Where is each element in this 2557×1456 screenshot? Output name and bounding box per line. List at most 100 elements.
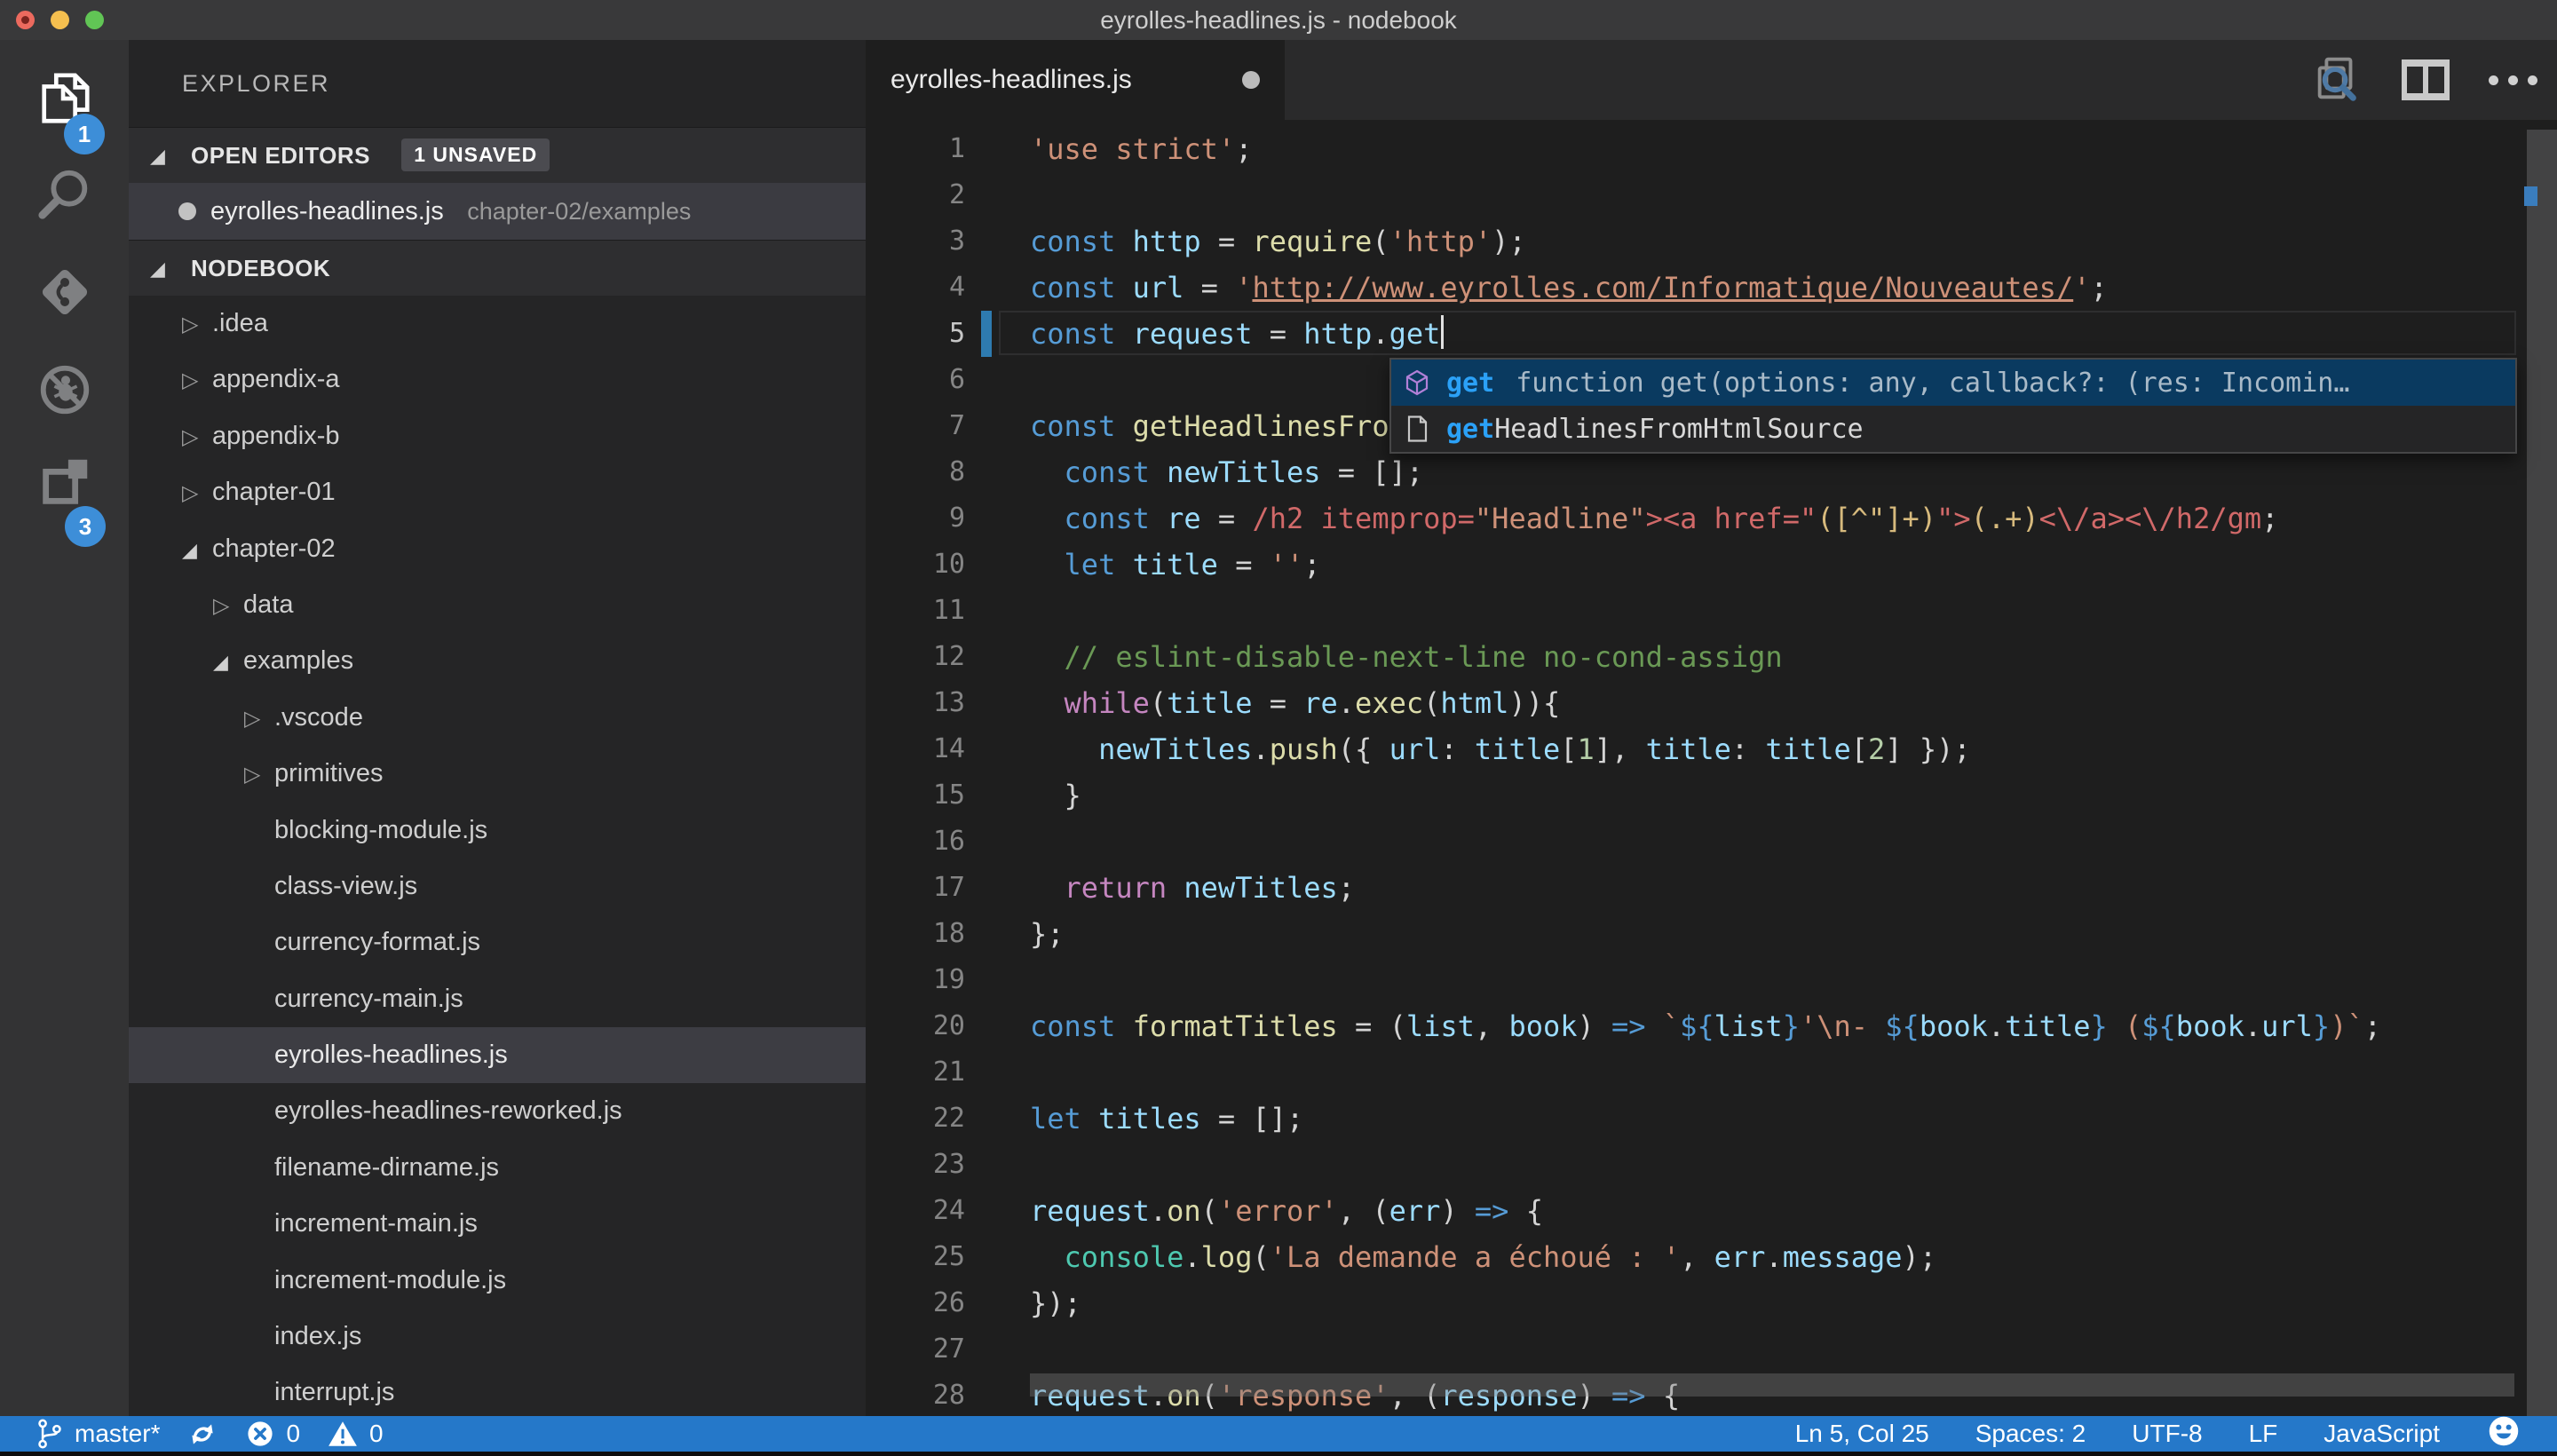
code-line-25[interactable]: 25 console.log('La demande a échoué : ',…: [866, 1234, 2557, 1280]
code-line-22[interactable]: 22let titles = [];: [866, 1096, 2557, 1142]
line-number: 28: [866, 1373, 965, 1416]
code-line-5[interactable]: 5const request = http.get: [866, 311, 2557, 357]
code-line-16[interactable]: 16: [866, 819, 2557, 865]
indentation[interactable]: Spaces: 2: [1975, 1420, 2086, 1448]
chevron-collapsed-icon[interactable]: ▷: [182, 352, 212, 408]
tree-item-data[interactable]: ▷data: [129, 577, 866, 633]
tree-item-label: increment-main.js: [274, 1209, 478, 1238]
code-line-27[interactable]: 27: [866, 1326, 2557, 1373]
code-line-24[interactable]: 24request.on('error', (err) => {: [866, 1188, 2557, 1234]
error-indicator[interactable]: 0: [245, 1419, 300, 1449]
split-editor-icon[interactable]: [2402, 59, 2450, 100]
activity-search[interactable]: [0, 162, 129, 226]
activity-explorer[interactable]: 1: [0, 67, 129, 131]
tree-item-examples[interactable]: ◢examples: [129, 633, 866, 689]
overview-cursor-mark: [2524, 186, 2537, 206]
open-changes-icon[interactable]: [2311, 52, 2363, 108]
tree-item-increment-module.js[interactable]: increment-module.js: [129, 1253, 866, 1309]
window-bottom-edge: [0, 1452, 2557, 1456]
git-branch-indicator[interactable]: master*: [36, 1417, 160, 1451]
suggestion-getheadlinesfromhtmlsource[interactable]: getHeadlinesFromHtmlSource: [1391, 406, 2515, 452]
open-editor-filename: eyrolles-headlines.js: [210, 197, 444, 226]
tree-item-.vscode[interactable]: ▷.vscode: [129, 690, 866, 746]
code-line-13[interactable]: 13 while(title = re.exec(html)){: [866, 680, 2557, 726]
warning-indicator[interactable]: 0: [327, 1419, 384, 1449]
vscode-window: eyrolles-headlines.js - nodebook 1: [0, 0, 2557, 1456]
chevron-collapsed-icon[interactable]: ▷: [182, 409, 212, 464]
suggestion-get[interactable]: getfunction get(options: any, callback?:…: [1391, 360, 2515, 406]
code-line-21[interactable]: 21: [866, 1049, 2557, 1096]
code-line-15[interactable]: 15 }: [866, 772, 2557, 819]
activity-source-control[interactable]: 3: [0, 260, 129, 324]
code-line-26[interactable]: 26});: [866, 1280, 2557, 1326]
workspace-header[interactable]: ◢ NODEBOOK: [129, 240, 866, 296]
chevron-collapsed-icon[interactable]: ▷: [182, 465, 212, 520]
tree-item-eyrolles-headlines-reworked.js[interactable]: eyrolles-headlines-reworked.js: [129, 1083, 866, 1139]
tree-item-filename-dirname.js[interactable]: filename-dirname.js: [129, 1140, 866, 1196]
tree-item-index.js[interactable]: index.js: [129, 1309, 866, 1365]
tree-item-.idea[interactable]: ▷.idea: [129, 296, 866, 352]
code-line-4[interactable]: 4const url = 'http://www.eyrolles.com/In…: [866, 265, 2557, 311]
open-editor-item[interactable]: eyrolles-headlines.js chapter-02/example…: [129, 183, 866, 240]
horizontal-scrollbar[interactable]: [1030, 1373, 2514, 1397]
chevron-expanded-icon[interactable]: ◢: [182, 522, 212, 577]
tree-item-appendix-a[interactable]: ▷appendix-a: [129, 352, 866, 408]
tree-item-blocking-module.js[interactable]: blocking-module.js: [129, 803, 866, 859]
code-line-23[interactable]: 23: [866, 1142, 2557, 1188]
maximize-button[interactable]: [85, 11, 104, 29]
tree-item-chapter-02[interactable]: ◢chapter-02: [129, 521, 866, 577]
code-line-20[interactable]: 20const formatTitles = (list, book) => `…: [866, 1003, 2557, 1049]
tree-item-currency-format.js[interactable]: currency-format.js: [129, 914, 866, 970]
tree-item-class-view.js[interactable]: class-view.js: [129, 859, 866, 914]
chevron-collapsed-icon[interactable]: ▷: [182, 297, 212, 352]
more-actions-icon[interactable]: [2489, 75, 2537, 85]
tree-item-increment-main.js[interactable]: increment-main.js: [129, 1196, 866, 1252]
chevron-collapsed-icon[interactable]: ▷: [213, 578, 243, 633]
tree-item-label: .vscode: [274, 703, 363, 732]
code-line-9[interactable]: 9 const re = /h2 itemprop="Headline"><a …: [866, 495, 2557, 542]
vertical-scrollbar[interactable]: [2527, 130, 2557, 1416]
code-line-14[interactable]: 14 newTitles.push({ url: title[1], title…: [866, 726, 2557, 772]
warning-icon: [327, 1419, 359, 1449]
suggestion-detail: function get(options: any, callback?: (r…: [1516, 368, 2349, 399]
code-line-1[interactable]: 1'use strict';: [866, 126, 2557, 172]
code-line-10[interactable]: 10 let title = '';: [866, 542, 2557, 588]
tree-item-label: examples: [243, 646, 353, 675]
tree-item-currency-main.js[interactable]: currency-main.js: [129, 971, 866, 1027]
editor-area: eyrolles-headlines.js: [866, 40, 2557, 1416]
unsaved-badge: 1 UNSAVED: [401, 138, 550, 171]
activity-debug[interactable]: [0, 358, 129, 422]
code-line-2[interactable]: 2: [866, 172, 2557, 218]
close-button[interactable]: [16, 11, 35, 29]
code-line-19[interactable]: 19: [866, 957, 2557, 1003]
code-line-12[interactable]: 12 // eslint-disable-next-line no-cond-a…: [866, 634, 2557, 680]
language-mode[interactable]: JavaScript: [2323, 1420, 2440, 1448]
code-line-18[interactable]: 18};: [866, 911, 2557, 957]
line-number: 2: [866, 172, 965, 218]
minimize-button[interactable]: [51, 11, 69, 29]
code-line-8[interactable]: 8 const newTitles = [];: [866, 449, 2557, 495]
code-line-17[interactable]: 17 return newTitles;: [866, 865, 2557, 911]
tab-eyrolles-headlines[interactable]: eyrolles-headlines.js: [866, 40, 1285, 120]
encoding[interactable]: UTF-8: [2132, 1420, 2202, 1448]
eol-sequence[interactable]: LF: [2249, 1420, 2278, 1448]
cursor-position[interactable]: Ln 5, Col 25: [1795, 1420, 1929, 1448]
tree-item-primitives[interactable]: ▷primitives: [129, 746, 866, 802]
line-content: const newTitles = [];: [1030, 449, 1423, 495]
editor[interactable]: 1'use strict';23const http = require('ht…: [866, 120, 2557, 1416]
chevron-collapsed-icon[interactable]: ▷: [244, 691, 274, 746]
line-number: 4: [866, 265, 965, 311]
code-line-11[interactable]: 11: [866, 588, 2557, 634]
feedback-smiley[interactable]: [2486, 1413, 2521, 1455]
chevron-collapsed-icon[interactable]: ▷: [244, 747, 274, 802]
open-editors-header[interactable]: ◢ OPEN EDITORS 1 UNSAVED: [129, 127, 866, 183]
tree-item-eyrolles-headlines.js[interactable]: eyrolles-headlines.js: [129, 1027, 866, 1083]
tree-item-appendix-b[interactable]: ▷appendix-b: [129, 408, 866, 464]
sync-button[interactable]: [186, 1418, 218, 1450]
tree-item-interrupt.js[interactable]: interrupt.js: [129, 1365, 866, 1416]
chevron-expanded-icon[interactable]: ◢: [213, 634, 243, 689]
code-line-3[interactable]: 3const http = require('http');: [866, 218, 2557, 265]
activity-extensions[interactable]: [0, 450, 129, 514]
tree-item-chapter-01[interactable]: ▷chapter-01: [129, 464, 866, 520]
activity-bar: 1 3: [0, 40, 129, 1416]
